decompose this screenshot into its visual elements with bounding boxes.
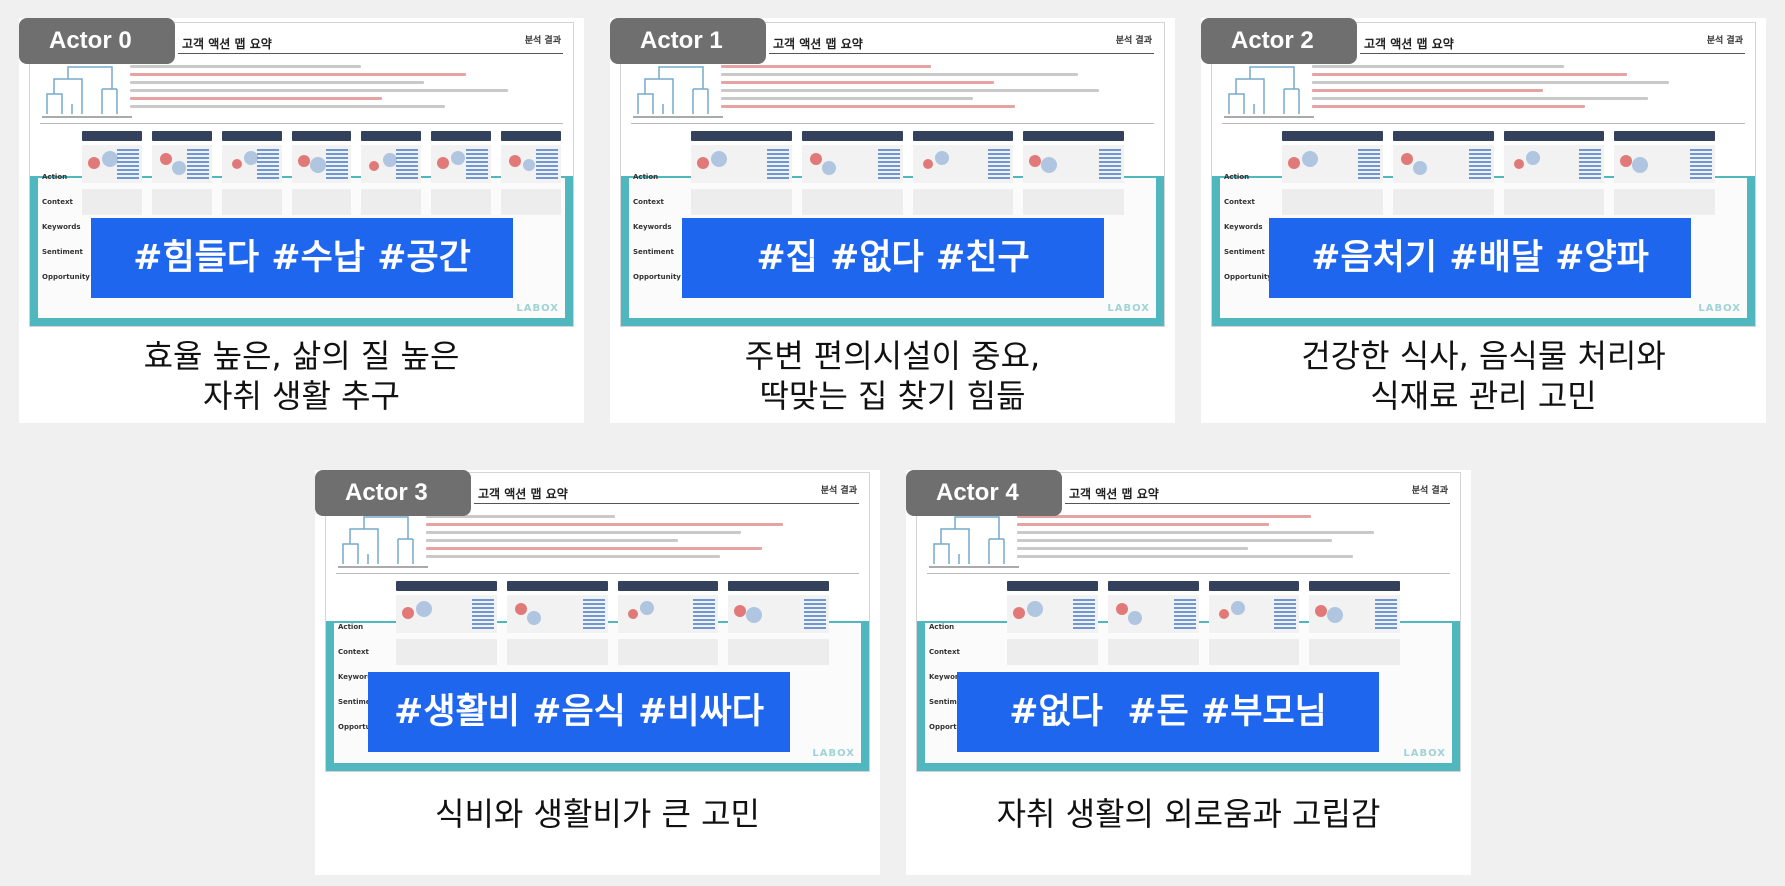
slide-title: 고객 액션 맵 요약 xyxy=(478,487,568,501)
actor-card-0: 고객 액션 맵 요약 분석 결과 Action Context Keywords Se… xyxy=(19,18,584,423)
caption-line-2: 식재료 관리 고민 xyxy=(1370,377,1597,415)
dendrogram-icon xyxy=(338,516,428,568)
hashtag-banner: #생활비 #음식 #비싸다 xyxy=(368,672,790,752)
dendrogram-icon xyxy=(42,66,132,118)
dendrogram-icon xyxy=(633,66,723,118)
hashtag-banner: #음처기 #배달 #양파 xyxy=(1269,218,1691,298)
actor-card-3: 고객 액션 맵 요약 분석 결과 Action Context Keywords Se… xyxy=(315,470,880,875)
slide-title: 고객 액션 맵 요약 xyxy=(1364,37,1454,51)
dendrogram-icon xyxy=(1224,66,1314,118)
hashtag-banner: #집 #없다 #친구 xyxy=(682,218,1104,298)
actor-badge: Actor 3 xyxy=(315,470,471,516)
actor-card-1: 고객 액션 맵 요약 분석 결과 Action Context Keywords Se… xyxy=(610,18,1175,423)
slide-title: 고객 액션 맵 요약 xyxy=(182,37,272,51)
row-labels: Action Context Keywords Sentiment Opportunit… xyxy=(1224,173,1272,281)
actor-badge: Actor 2 xyxy=(1201,18,1357,64)
actor-badge: Actor 4 xyxy=(906,470,1062,516)
caption-line-1: 주변 편의시설이 중요, xyxy=(744,337,1041,375)
actor-badge: Actor 1 xyxy=(610,18,766,64)
slide-title: 고객 액션 맵 요약 xyxy=(773,37,863,51)
hashtag-banner: #힘들다 #수납 #공간 xyxy=(91,218,513,298)
slide-tag: 분석 결과 xyxy=(1115,36,1152,46)
caption-line-1: 효율 높은, 삶의 질 높은 xyxy=(143,337,460,375)
caption-line-2: 자취 생활 추구 xyxy=(203,377,400,415)
slide-title: 고객 액션 맵 요약 xyxy=(1069,487,1159,501)
labox-logo: LABOX xyxy=(1698,303,1741,314)
labox-logo: LABOX xyxy=(516,303,559,314)
caption-line-2: 딱맞는 집 찾기 힘듦 xyxy=(759,377,1026,415)
caption-line-1: 건강한 식사, 음식물 처리와 xyxy=(1301,337,1666,375)
actor-card-2: 고객 액션 맵 요약 분석 결과 Action Context Keywords Se… xyxy=(1201,18,1766,423)
labox-logo: LABOX xyxy=(1403,748,1446,759)
slide-tag: 분석 결과 xyxy=(1706,36,1743,46)
actor-badge: Actor 0 xyxy=(19,18,175,64)
labox-logo: LABOX xyxy=(1107,303,1150,314)
actor-card-4: 고객 액션 맵 요약 분석 결과 Action Context Keywords Se… xyxy=(906,470,1471,875)
hashtag-banner: #없다 #돈 #부모님 xyxy=(957,672,1379,752)
slide-tag: 분석 결과 xyxy=(524,36,561,46)
dendrogram-icon xyxy=(929,516,1019,568)
caption-line-1: 식비와 생활비가 큰 고민 xyxy=(435,795,760,833)
labox-logo: LABOX xyxy=(812,748,855,759)
slide-tag: 분석 결과 xyxy=(820,486,857,496)
caption-line-1: 자취 생활의 외로움과 고립감 xyxy=(996,795,1381,833)
row-labels: Action Context Keywords Sentiment Opportunit… xyxy=(633,173,681,281)
slide-tag: 분석 결과 xyxy=(1411,486,1448,496)
